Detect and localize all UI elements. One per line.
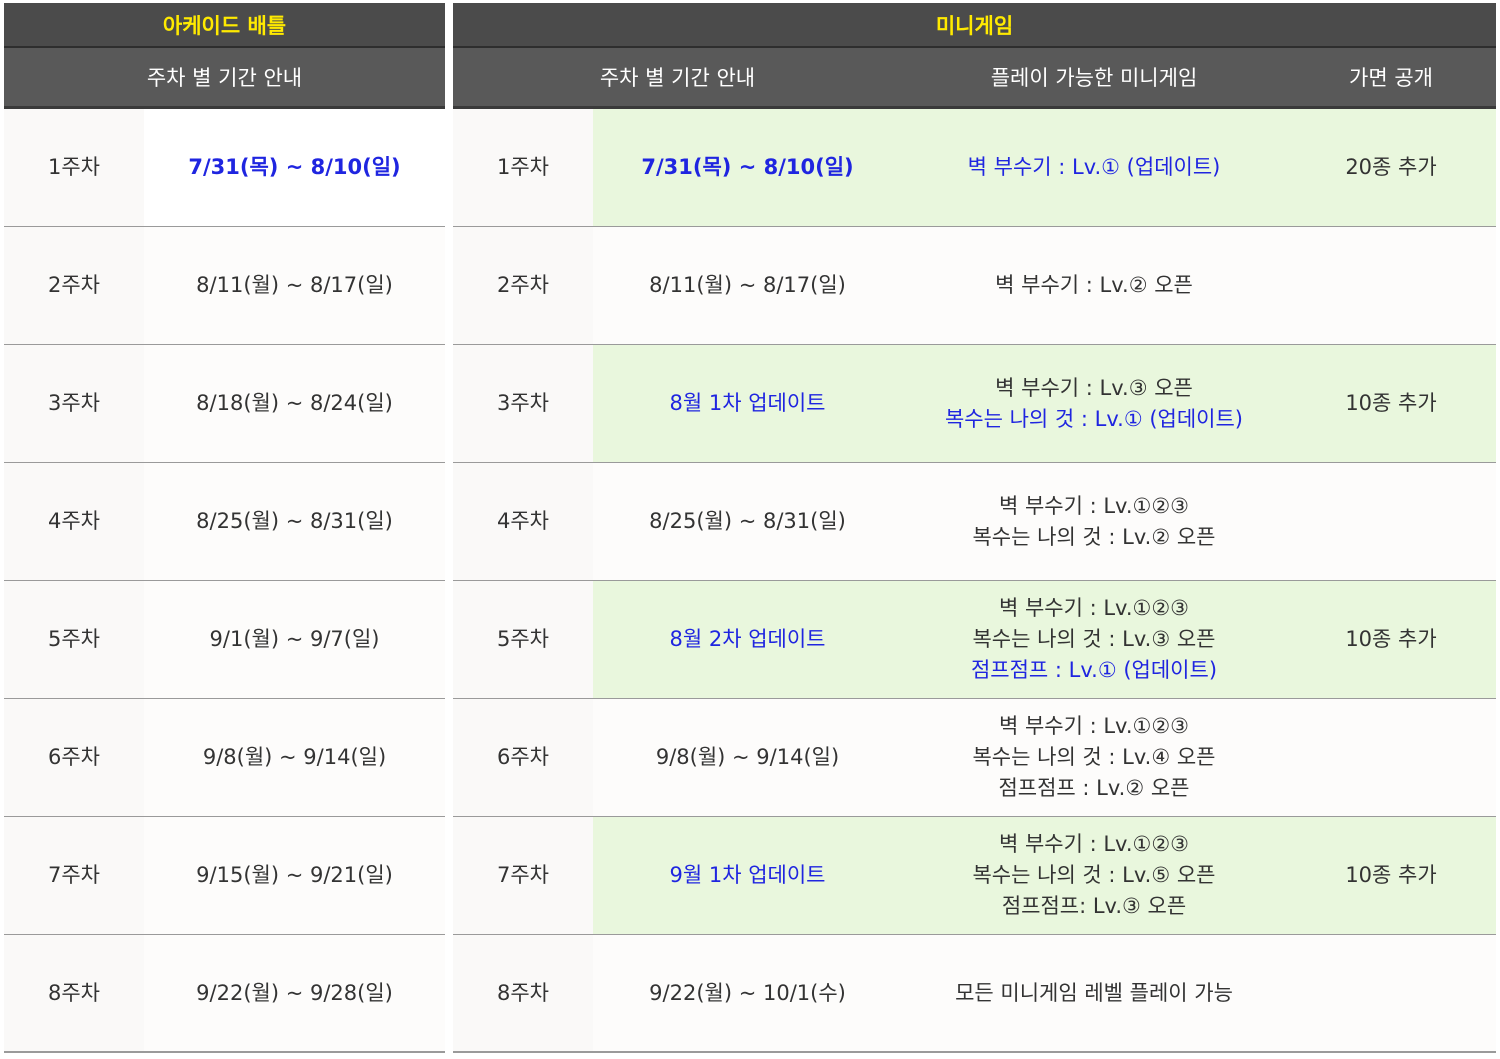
table-row: 2주차 8/11(월) ~ 8/17(일) 벽 부수기 : Lv.② 오픈 (453, 227, 1496, 345)
table-row: 1주차 7/31(목) ~ 8/10(일) 벽 부수기 : Lv.① (업데이트… (453, 109, 1496, 227)
games-cell: 모든 미니게임 레벨 플레이 가능 (902, 935, 1286, 1051)
game-line: 벽 부수기 : Lv.① (업데이트) (967, 155, 1221, 179)
game-line: 복수는 나의 것 : Lv.④ 오픈 (972, 745, 1216, 769)
table-row: 4주차 8/25(월) ~ 8/31(일) 벽 부수기 : Lv.①②③ 복수는… (453, 463, 1496, 581)
table-row: 5주차 9/1(월) ~ 9/7(일) (4, 581, 445, 699)
period-cell: 9월 1차 업데이트 (593, 817, 902, 934)
arcade-battle-header-row: 주차 별 기간 안내 (4, 48, 445, 109)
period-cell: 8월 2차 업데이트 (593, 581, 902, 698)
minigame-title: 미니게임 (453, 3, 1496, 48)
week-cell: 7주차 (453, 817, 593, 934)
game-line: 복수는 나의 것 : Lv.① (업데이트) (944, 406, 1244, 431)
minigame-header-row: 주차 별 기간 안내 플레이 가능한 미니게임 가면 공개 (453, 48, 1496, 109)
week-cell: 7주차 (4, 817, 144, 934)
week-cell: 2주차 (453, 227, 593, 344)
minigame-table: 미니게임 주차 별 기간 안내 플레이 가능한 미니게임 가면 공개 1주차 7… (453, 3, 1496, 1053)
week-cell: 4주차 (4, 463, 144, 580)
period-cell: 9/22(월) ~ 10/1(수) (593, 935, 902, 1051)
table-row: 7주차 9/15(월) ~ 9/21(일) (4, 817, 445, 935)
week-cell: 4주차 (453, 463, 593, 580)
mask-cell: 10종 추가 (1286, 817, 1496, 934)
game-line: 벽 부수기 : Lv.①②③ (998, 493, 1190, 518)
period-cell: 8/11(월) ~ 8/17(일) (144, 227, 445, 344)
game-line: 벽 부수기 : Lv.①②③ (998, 714, 1190, 738)
week-cell: 1주차 (453, 109, 593, 226)
week-cell: 5주차 (4, 581, 144, 698)
games-cell: 벽 부수기 : Lv.①②③ 복수는 나의 것 : Lv.③ 오픈 점프점프 :… (902, 581, 1286, 698)
mask-cell (1286, 227, 1496, 344)
period-cell: 9/8(월) ~ 9/14(일) (144, 699, 445, 816)
week-cell: 1주차 (4, 109, 144, 226)
games-cell: 벽 부수기 : Lv.①②③ 복수는 나의 것 : Lv.④ 오픈 점프점프 :… (902, 699, 1286, 816)
game-line: 벽 부수기 : Lv.①②③ (998, 832, 1190, 856)
period-cell: 9/8(월) ~ 9/14(일) (593, 699, 902, 816)
mask-cell (1286, 699, 1496, 816)
period-cell: 9/15(월) ~ 9/21(일) (144, 817, 445, 934)
table-row: 3주차 8월 1차 업데이트 벽 부수기 : Lv.③ 오픈 복수는 나의 것 … (453, 345, 1496, 463)
table-row: 6주차 9/8(월) ~ 9/14(일) (4, 699, 445, 817)
table-row: 7주차 9월 1차 업데이트 벽 부수기 : Lv.①②③ 복수는 나의 것 :… (453, 817, 1496, 935)
table-row: 1주차 7/31(목) ~ 8/10(일) (4, 109, 445, 227)
period-cell: 9/1(월) ~ 9/7(일) (144, 581, 445, 698)
week-cell: 3주차 (453, 345, 593, 462)
period-cell: 7/31(목) ~ 8/10(일) (593, 109, 902, 226)
game-line: 점프점프 : Lv.② 오픈 (998, 776, 1190, 800)
game-line: 점프점프 : Lv.① (업데이트) (970, 658, 1218, 682)
arcade-battle-table: 아케이드 배틀 주차 별 기간 안내 1주차 7/31(목) ~ 8/10(일)… (4, 3, 445, 1053)
week-cell: 6주차 (4, 699, 144, 816)
game-line: 벽 부수기 : Lv.③ 오픈 (995, 375, 1193, 400)
table-row: 5주차 8월 2차 업데이트 벽 부수기 : Lv.①②③ 복수는 나의 것 :… (453, 581, 1496, 699)
week-cell: 8주차 (4, 935, 144, 1051)
game-line: 복수는 나의 것 : Lv.② 오픈 (972, 524, 1216, 549)
week-cell: 8주차 (453, 935, 593, 1051)
week-cell: 5주차 (453, 581, 593, 698)
table-row: 4주차 8/25(월) ~ 8/31(일) (4, 463, 445, 581)
games-cell: 벽 부수기 : Lv.② 오픈 (902, 227, 1286, 344)
period-cell: 8월 1차 업데이트 (593, 345, 902, 462)
games-cell: 벽 부수기 : Lv.①②③ 복수는 나의 것 : Lv.② 오픈 (902, 463, 1286, 580)
table-row: 8주차 9/22(월) ~ 10/1(수) 모든 미니게임 레벨 플레이 가능 (453, 935, 1496, 1053)
period-cell: 7/31(목) ~ 8/10(일) (144, 109, 445, 226)
mask-cell: 10종 추가 (1286, 581, 1496, 698)
mask-cell (1286, 463, 1496, 580)
game-line: 벽 부수기 : Lv.② 오픈 (995, 273, 1193, 297)
minigame-mask-header: 가면 공개 (1349, 66, 1433, 90)
game-line: 복수는 나의 것 : Lv.③ 오픈 (972, 627, 1216, 651)
games-cell: 벽 부수기 : Lv.③ 오픈 복수는 나의 것 : Lv.① (업데이트) (902, 345, 1286, 462)
arcade-battle-title: 아케이드 배틀 (4, 3, 445, 48)
game-line: 복수는 나의 것 : Lv.⑤ 오픈 (972, 863, 1216, 887)
table-row: 3주차 8/18(월) ~ 8/24(일) (4, 345, 445, 463)
arcade-period-header: 주차 별 기간 안내 (146, 66, 303, 90)
mask-cell: 10종 추가 (1286, 345, 1496, 462)
game-line: 모든 미니게임 레벨 플레이 가능 (955, 980, 1233, 1005)
minigame-period-header: 주차 별 기간 안내 (599, 66, 756, 90)
period-cell: 9/22(월) ~ 9/28(일) (144, 935, 445, 1051)
table-row: 6주차 9/8(월) ~ 9/14(일) 벽 부수기 : Lv.①②③ 복수는 … (453, 699, 1496, 817)
period-cell: 8/25(월) ~ 8/31(일) (144, 463, 445, 580)
game-line: 점프점프: Lv.③ 오픈 (1001, 894, 1187, 918)
mask-cell (1286, 935, 1496, 1051)
games-cell: 벽 부수기 : Lv.①②③ 복수는 나의 것 : Lv.⑤ 오픈 점프점프: … (902, 817, 1286, 934)
mask-cell: 20종 추가 (1286, 109, 1496, 226)
table-row: 2주차 8/11(월) ~ 8/17(일) (4, 227, 445, 345)
week-cell: 2주차 (4, 227, 144, 344)
week-cell: 6주차 (453, 699, 593, 816)
period-cell: 8/25(월) ~ 8/31(일) (593, 463, 902, 580)
period-cell: 8/11(월) ~ 8/17(일) (593, 227, 902, 344)
games-cell: 벽 부수기 : Lv.① (업데이트) (902, 109, 1286, 226)
minigame-games-header: 플레이 가능한 미니게임 (990, 66, 1198, 90)
week-cell: 3주차 (4, 345, 144, 462)
period-cell: 8/18(월) ~ 8/24(일) (144, 345, 445, 462)
game-line: 벽 부수기 : Lv.①②③ (998, 596, 1190, 620)
table-row: 8주차 9/22(월) ~ 9/28(일) (4, 935, 445, 1053)
